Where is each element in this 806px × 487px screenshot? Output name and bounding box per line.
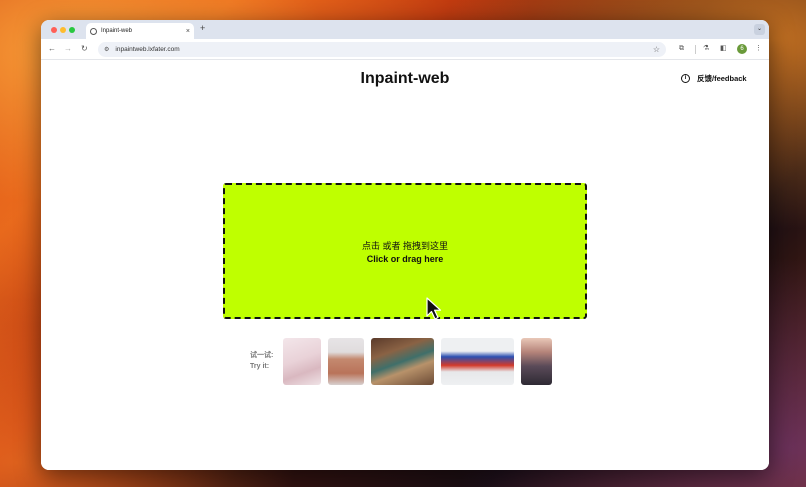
globe-icon: [90, 27, 97, 35]
extensions-icon[interactable]: ⧉: [679, 44, 684, 54]
tab-bar: Inpaint-web × + ⌄: [41, 20, 769, 39]
close-window-button[interactable]: [51, 27, 57, 33]
sample-sneaker[interactable]: [441, 338, 514, 385]
more-menu-icon[interactable]: ⋮: [755, 44, 762, 54]
tab-search-button[interactable]: ⌄: [754, 24, 765, 35]
reload-button[interactable]: ↻: [81, 44, 88, 54]
address-bar[interactable]: ⚙ inpaintweb.lxfater.com ☆: [98, 42, 666, 57]
dropzone-label-en: Click or drag here: [366, 253, 444, 264]
sample-sweater[interactable]: [328, 338, 364, 385]
page-title: Inpaint-web: [360, 70, 450, 87]
dropzone-label-cn: 点击 或者 拖拽到这里: [361, 240, 448, 251]
feedback-link[interactable]: i 反馈/feedback: [681, 73, 747, 84]
browser-window: Inpaint-web × + ⌄ ← → ↻ ⚙ inpaintweb.lxf…: [41, 20, 769, 470]
bookmark-star-icon[interactable]: ☆: [653, 45, 660, 54]
url-text[interactable]: inpaintweb.lxfater.com: [115, 46, 652, 53]
feedback-label: 反馈/feedback: [697, 74, 747, 83]
profile-avatar[interactable]: 6: [737, 44, 747, 54]
back-button[interactable]: ←: [48, 44, 56, 54]
tab-close-icon[interactable]: ×: [186, 28, 190, 35]
minimize-window-button[interactable]: [60, 27, 66, 33]
toolbar-divider: [695, 45, 696, 54]
sample-desk-items[interactable]: [371, 338, 434, 385]
try-it-label: 试一试: Try it:: [250, 350, 273, 372]
sample-city-street[interactable]: [521, 338, 552, 385]
labs-icon[interactable]: ⚗: [703, 44, 709, 54]
tab-title: Inpaint-web: [101, 28, 133, 34]
site-settings-icon[interactable]: ⚙: [104, 46, 109, 53]
new-tab-button[interactable]: +: [200, 24, 205, 33]
browser-toolbar: ← → ↻ ⚙ inpaintweb.lxfater.com ☆ ⧉ ⚗ ◧ 6…: [41, 39, 769, 60]
mouse-cursor-icon: [426, 297, 442, 320]
side-panel-icon[interactable]: ◧: [720, 44, 727, 54]
maximize-window-button[interactable]: [69, 27, 75, 33]
try-it-label-cn: 试一试:: [250, 352, 274, 359]
forward-button[interactable]: →: [64, 44, 72, 54]
tab-inpaint-web[interactable]: Inpaint-web ×: [86, 23, 194, 39]
upload-dropzone[interactable]: 点击 或者 拖拽到这里 Click or drag here: [223, 183, 587, 319]
info-icon: i: [681, 74, 690, 83]
page-content: Inpaint-web i 反馈/feedback 点击 或者 拖拽到这里 Cl…: [41, 60, 769, 470]
sample-pink-outfit[interactable]: [283, 338, 321, 385]
try-it-label-en: Try it:: [250, 363, 270, 370]
